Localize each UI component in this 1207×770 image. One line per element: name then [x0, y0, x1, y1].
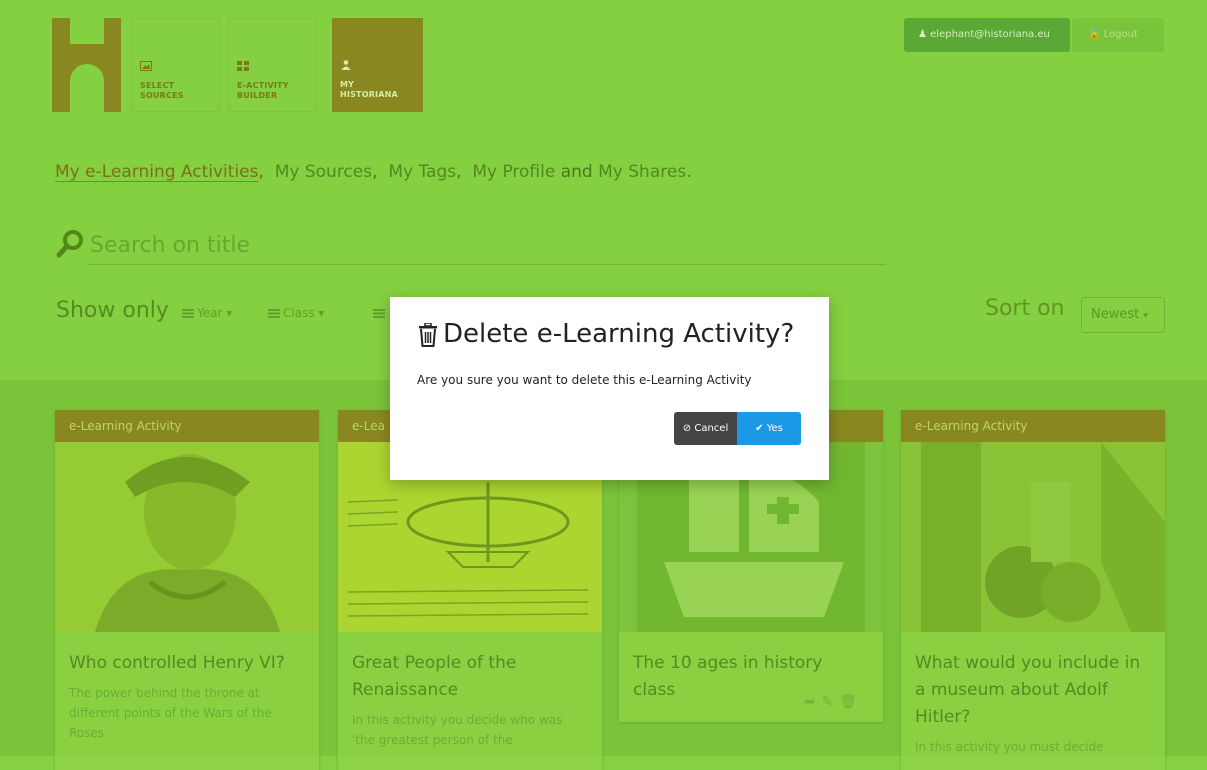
trash-icon: [419, 322, 437, 347]
cancel-button[interactable]: ⊘ Cancel: [674, 412, 737, 445]
dialog-title-text: Delete e-Learning Activity?: [443, 319, 795, 349]
cancel-button-label: Cancel: [694, 423, 729, 434]
check-icon: ✔: [755, 423, 764, 434]
ban-icon: ⊘: [682, 423, 692, 434]
yes-button-label: Yes: [766, 423, 783, 434]
dialog-message: Are you sure you want to delete this e-L…: [417, 373, 752, 387]
dialog-title: Delete e-Learning Activity?: [417, 319, 794, 349]
delete-confirm-dialog: Delete e-Learning Activity? Are you sure…: [390, 297, 829, 480]
yes-button[interactable]: ✔ Yes: [737, 412, 801, 445]
